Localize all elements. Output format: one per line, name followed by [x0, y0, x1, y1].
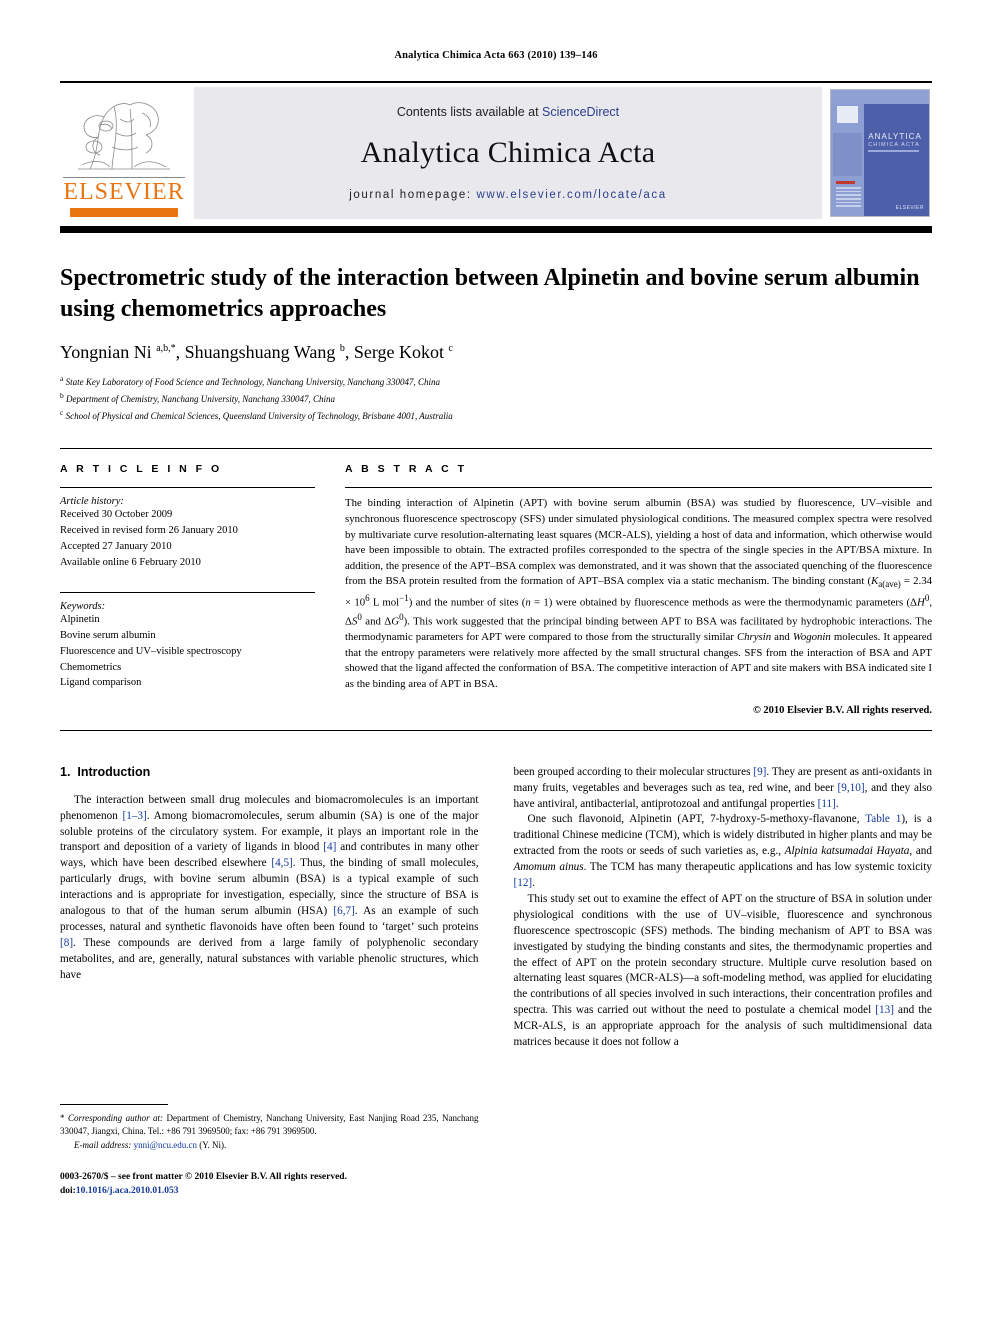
elsevier-wordmark: ELSEVIER	[63, 177, 185, 206]
journal-cover-thumbnail[interactable]: ANALYTICA CHIMICA ACTA ELSEVIER	[830, 89, 930, 217]
journal-title: Analytica Chimica Acta	[360, 136, 656, 169]
email-suffix: (Y. Ni).	[199, 1139, 227, 1150]
issn-text: 0003-2670/$ – see front matter © 2010 El…	[60, 1172, 347, 1183]
article-history-title: Article history:	[60, 496, 124, 508]
cover-text-lines	[835, 187, 862, 209]
affiliation-list: a State Key Laboratory of Food Science a…	[60, 373, 932, 424]
masthead-black-rule	[60, 226, 932, 233]
section-title: Introduction	[77, 764, 151, 779]
article-info-heading: A R T I C L E I N F O	[60, 463, 223, 476]
cover-photo	[832, 132, 863, 176]
sciencedirect-link[interactable]: ScienceDirect	[542, 105, 619, 119]
corresponding-author-note: * Corresponding author at: Department of…	[60, 1112, 479, 1137]
history-available-online: Available online 6 February 2010	[60, 556, 201, 568]
section-number: 1.	[60, 764, 71, 779]
cover-right-panel	[864, 90, 929, 216]
affiliation-a-text: State Key Laboratory of Food Science and…	[65, 377, 440, 388]
doi-line: doi:10.1016/j.aca.2010.01.053	[60, 1184, 479, 1198]
keyword-item: Ligand comparison	[60, 677, 142, 689]
body-left-column: 1. Introduction The interaction between …	[60, 765, 479, 1199]
elsevier-logo: ELSEVIER	[63, 89, 185, 217]
cover-title-underline	[868, 149, 920, 152]
cover-red-marker	[835, 180, 856, 184]
history-accepted: Accepted 27 January 2010	[60, 540, 172, 552]
doi-link[interactable]: 10.1016/j.aca.2010.01.053	[76, 1186, 179, 1196]
affiliation-a: a State Key Laboratory of Food Science a…	[60, 373, 932, 390]
abstract-heading: A B S T R A C T	[345, 463, 467, 476]
doi-label: doi:	[60, 1186, 76, 1197]
abstract-divider	[345, 487, 932, 489]
cover-title-line2: CHIMICA ACTA	[868, 141, 920, 148]
body-right-column: been grouped according to their molecula…	[514, 765, 933, 1199]
elsevier-orange-bar	[70, 208, 178, 217]
page-title: Spectrometric study of the interaction b…	[60, 265, 920, 322]
publisher-logo-cell: ELSEVIER	[60, 83, 188, 223]
cover-sciencedirect-badge	[836, 106, 859, 123]
issn-copyright-line: 0003-2670/$ – see front matter © 2010 El…	[60, 1170, 479, 1199]
homepage-url-link[interactable]: www.elsevier.com/locate/aca	[477, 189, 667, 201]
journal-cover-cell: ANALYTICA CHIMICA ACTA ELSEVIER	[828, 83, 932, 223]
running-head: Analytica Chimica Acta 663 (2010) 139–14…	[394, 50, 598, 61]
history-received: Received 30 October 2009	[60, 509, 173, 521]
article-info-abstract-block: A R T I C L E I N F O Article history: R…	[60, 448, 933, 716]
affiliation-c-text: School of Physical and Chemical Sciences…	[65, 411, 453, 422]
history-revised: Received in revised form 26 January 2010	[60, 525, 238, 536]
affiliation-c: c School of Physical and Chemical Scienc…	[60, 407, 932, 424]
email-link[interactable]: ynni@ncu.edu.cn	[134, 1140, 197, 1150]
section-heading-introduction: 1. Introduction	[60, 765, 479, 779]
affiliation-mark-c: c	[60, 408, 64, 418]
cover-publisher-mark: ELSEVIER	[895, 204, 925, 211]
keyword-item: Fluorescence and UV–visible spectroscopy	[60, 645, 242, 657]
email-note: E-mail address: ynni@ncu.edu.cn (Y. Ni).	[60, 1139, 479, 1153]
article-info-divider	[60, 487, 315, 489]
keywords-block: Keywords: Alpinetin Bovine serum albumin…	[60, 592, 315, 691]
article-page: Analytica Chimica Acta 663 (2010) 139–14…	[0, 0, 992, 1323]
abstract-text: The binding interaction of Alpinetin (AP…	[345, 497, 933, 691]
affiliation-b-text: Department of Chemistry, Nanchang Univer…	[66, 394, 335, 405]
contents-prefix: Contents lists available at	[396, 105, 543, 119]
footnote-rule	[60, 1103, 168, 1105]
affiliation-mark-a: a	[60, 374, 64, 384]
masthead-center: Contents lists available at ScienceDirec…	[194, 87, 822, 219]
keywords-divider	[60, 592, 315, 594]
copyright-line: © 2010 Elsevier B.V. All rights reserved…	[752, 704, 932, 716]
paragraph: One such flavonoid, Alpinetin (APT, 7-hy…	[513, 813, 933, 890]
keyword-item: Bovine serum albumin	[60, 630, 156, 641]
keywords-title: Keywords:	[60, 601, 106, 613]
paragraph: This study set out to examine the effect…	[513, 892, 933, 1049]
keyword-item: Alpinetin	[60, 614, 100, 626]
abstract-bottom-rule	[60, 729, 932, 731]
elsevier-tree-icon	[70, 89, 178, 176]
left-column-footnotes: * Corresponding author at: Department of…	[60, 1103, 479, 1199]
affiliation-b: b Department of Chemistry, Nanchang Univ…	[60, 390, 932, 407]
cover-title-line1: ANALYTICA	[868, 131, 922, 141]
paragraph: been grouped according to their molecula…	[513, 765, 933, 810]
cover-top-band	[831, 90, 929, 104]
paragraph: The interaction between small drug molec…	[60, 793, 479, 981]
affiliation-mark-b: b	[60, 391, 64, 401]
contents-available-line: Contents lists available at ScienceDirec…	[397, 105, 619, 119]
email-label: E-mail address:	[74, 1139, 132, 1150]
journal-masthead: ELSEVIER Contents lists available at Sci…	[60, 81, 932, 223]
article-info-column: A R T I C L E I N F O Article history: R…	[60, 463, 345, 715]
author-list: Yongnian Ni a,b,*, Shuangshuang Wang b, …	[60, 342, 453, 363]
abstract-column: A B S T R A C T The binding interaction …	[345, 463, 933, 716]
body-columns: 1. Introduction The interaction between …	[60, 765, 932, 1199]
homepage-label: journal homepage:	[349, 189, 472, 201]
journal-homepage-line: journal homepage: www.elsevier.com/locat…	[349, 189, 666, 201]
keyword-item: Chemometrics	[60, 661, 122, 673]
